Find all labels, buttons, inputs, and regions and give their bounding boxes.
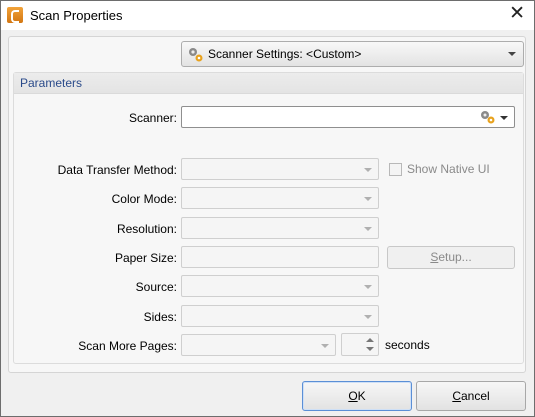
sides-dropdown[interactable] (181, 305, 379, 327)
paper-size-field[interactable] (181, 246, 379, 268)
chevron-down-icon (500, 116, 508, 120)
scan-properties-dialog: Scan Properties ✕ Scanner Settings: <Cus… (0, 0, 535, 417)
spin-down-icon[interactable] (366, 347, 374, 351)
parameters-header (14, 73, 523, 94)
chevron-down-icon (364, 227, 372, 231)
parameters-title: Parameters (20, 76, 83, 90)
data-transfer-method-label: Data Transfer Method: (57, 163, 177, 177)
chevron-down-icon (364, 197, 372, 201)
scan-more-pages-label: Scan More Pages: (78, 339, 177, 353)
setup-button[interactable]: Setup... (387, 246, 515, 269)
sides-label: Sides: (143, 310, 177, 324)
spin-up-icon[interactable] (366, 338, 374, 342)
close-icon[interactable]: ✕ (509, 4, 525, 24)
source-dropdown[interactable] (181, 275, 379, 297)
ok-button[interactable]: OK (302, 381, 412, 411)
paper-size-label: Paper Size: (114, 251, 177, 265)
seconds-spinner[interactable] (341, 333, 379, 356)
window-title: Scan Properties (30, 8, 123, 23)
setup-label-rest: etup... (438, 250, 472, 264)
scanner-settings-label: Scanner Settings: <Custom> (208, 47, 362, 61)
scan-more-pages-dropdown[interactable] (181, 334, 336, 356)
ok-label-rest: K (357, 389, 366, 403)
scanner-dropdown[interactable] (181, 106, 515, 128)
scanner-settings-dropdown[interactable]: Scanner Settings: <Custom> (181, 41, 524, 67)
cancel-label-rest: ancel (460, 389, 490, 403)
title-bar: Scan Properties ✕ (1, 1, 534, 30)
chevron-down-icon (364, 168, 372, 172)
gear-icon (189, 48, 203, 62)
show-native-ui-label: Show Native UI (407, 162, 490, 176)
scanner-label: Scanner: (128, 111, 177, 125)
chevron-down-icon (508, 52, 516, 56)
chevron-down-icon (364, 285, 372, 289)
gear-icon (481, 111, 495, 124)
chevron-down-icon (321, 344, 329, 348)
show-native-ui-checkbox[interactable] (389, 163, 402, 176)
seconds-label: seconds (385, 338, 430, 352)
color-mode-label: Color Mode: (111, 192, 177, 206)
ok-label-mnemonic: O (348, 389, 358, 403)
chevron-down-icon (364, 315, 372, 319)
data-transfer-method-dropdown[interactable] (181, 158, 379, 180)
cancel-button[interactable]: Cancel (416, 381, 526, 411)
resolution-dropdown[interactable] (181, 217, 379, 239)
app-icon (7, 7, 23, 23)
source-label: Source: (135, 280, 177, 294)
color-mode-dropdown[interactable] (181, 187, 379, 209)
cancel-label-mnemonic: C (452, 389, 461, 403)
resolution-label: Resolution: (116, 222, 177, 236)
